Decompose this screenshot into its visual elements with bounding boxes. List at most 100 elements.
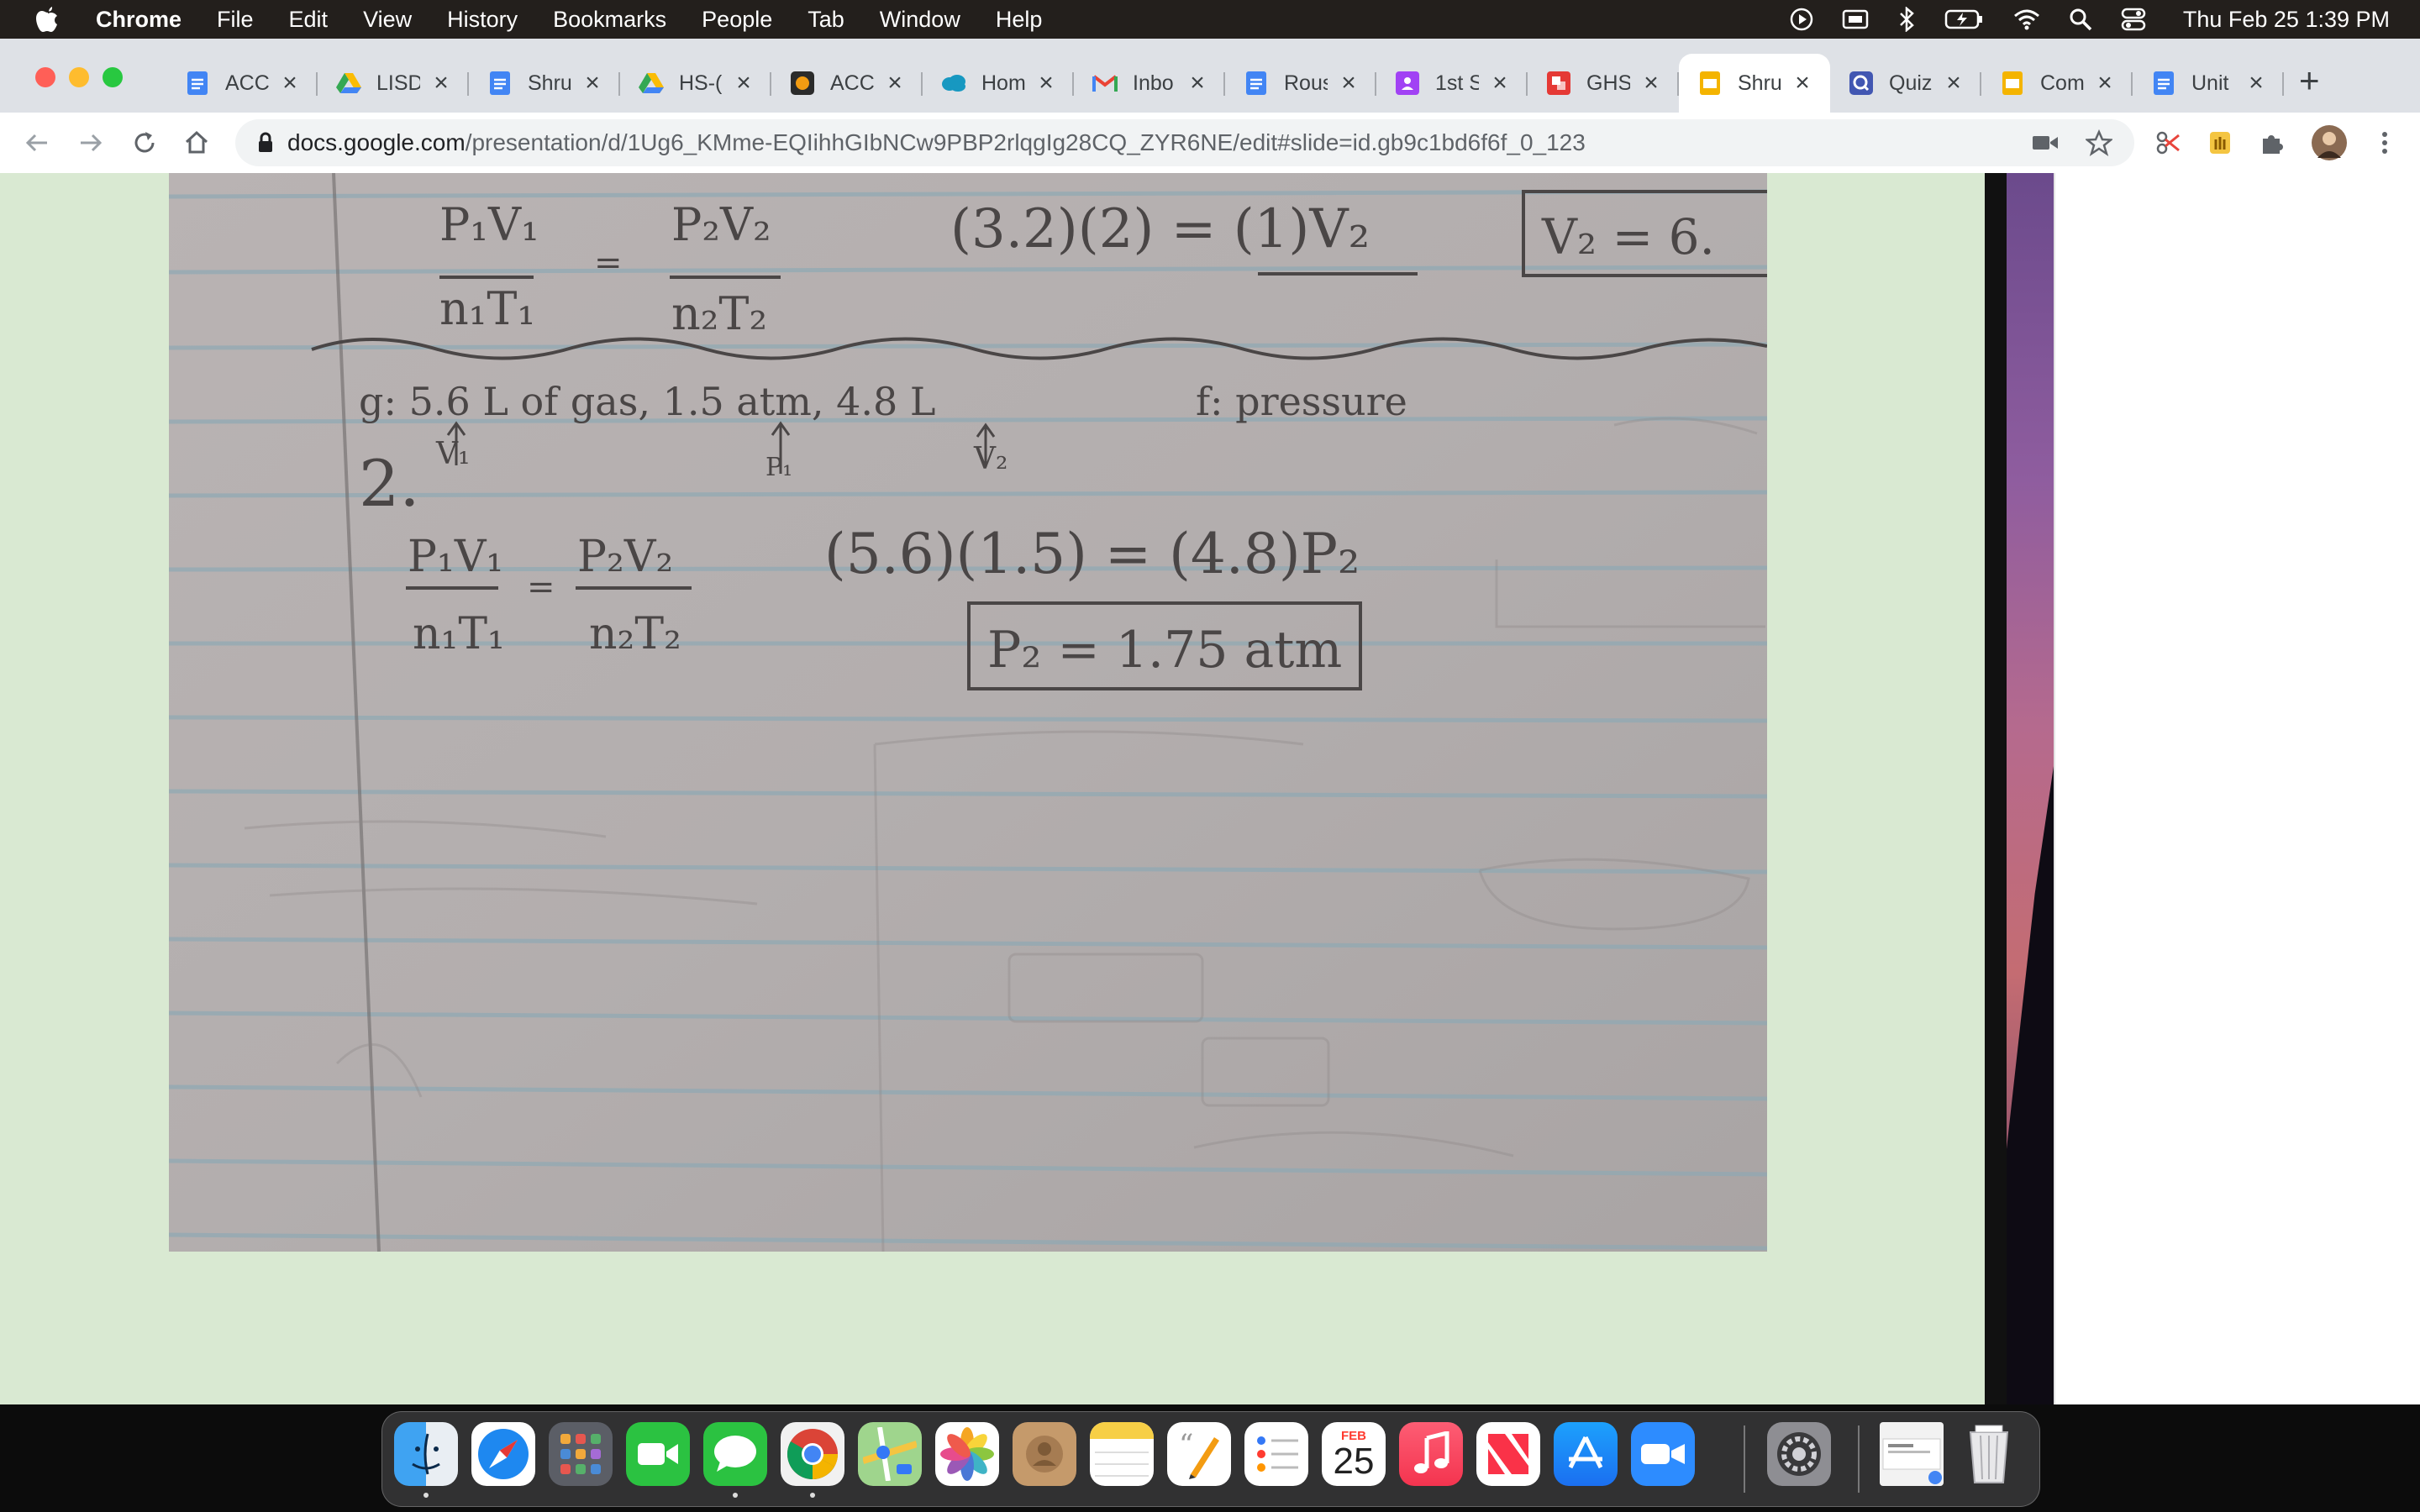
tab-4[interactable]: HS-( × — [620, 54, 771, 113]
battery-icon[interactable] — [1944, 8, 1985, 30]
new-tab-button[interactable]: + — [2299, 60, 2320, 101]
tab-3[interactable]: Shru × — [469, 54, 620, 113]
menu-file[interactable]: File — [217, 7, 254, 33]
camera-in-use-icon[interactable] — [2025, 123, 2065, 163]
tab-7[interactable]: Inbo × — [1074, 54, 1225, 113]
menu-history[interactable]: History — [447, 7, 518, 33]
tab-2[interactable]: LISD × — [318, 54, 469, 113]
p2-eq-left-den: n₁T₁ — [413, 609, 505, 659]
close-tab-icon[interactable]: × — [1639, 69, 1664, 97]
tab-13[interactable]: Com × — [1981, 54, 2133, 113]
menu-app-name[interactable]: Chrome — [96, 7, 182, 33]
window-gap — [1985, 173, 2007, 1404]
trash-icon[interactable] — [1957, 1422, 2021, 1486]
extension-scissors-icon[interactable] — [2148, 123, 2188, 163]
tab-12[interactable]: Quiz × — [1830, 54, 1981, 113]
menu-edit[interactable]: Edit — [289, 7, 329, 33]
facetime-icon[interactable] — [626, 1422, 690, 1486]
app-store-icon[interactable] — [1554, 1422, 1618, 1486]
close-tab-icon[interactable]: × — [731, 69, 756, 97]
spotlight-search-icon[interactable] — [2069, 8, 2092, 31]
chrome-menu-icon[interactable] — [2365, 123, 2405, 163]
p2-eq-right-num: P₂V₂ — [577, 532, 673, 582]
calendar-icon[interactable]: FEB 25 — [1322, 1422, 1386, 1486]
menu-window[interactable]: Window — [880, 7, 960, 33]
tab-5[interactable]: ACC × — [771, 54, 923, 113]
tab-label: Unit — [2191, 71, 2229, 95]
tab-6[interactable]: Hom × — [923, 54, 1074, 113]
close-tab-icon[interactable]: × — [277, 69, 302, 97]
extension-hand-icon[interactable] — [2200, 123, 2240, 163]
tab-14[interactable]: Unit × — [2133, 54, 2284, 113]
menu-view[interactable]: View — [363, 7, 412, 33]
tab-9[interactable]: 1st S × — [1376, 54, 1528, 113]
news-icon[interactable] — [1476, 1422, 1540, 1486]
close-tab-icon[interactable]: × — [1487, 69, 1512, 97]
control-center-icon[interactable] — [2121, 8, 2146, 31]
close-tab-icon[interactable]: × — [1034, 69, 1059, 97]
menu-help[interactable]: Help — [996, 7, 1043, 33]
google-docs-icon — [487, 71, 513, 96]
address-bar[interactable]: docs.google.com/presentation/d/1Ug6_KMme… — [235, 119, 2134, 166]
minimize-window-button[interactable] — [69, 67, 89, 87]
close-tab-icon[interactable]: × — [2092, 69, 2118, 97]
document-thumbnail-icon[interactable] — [1880, 1422, 1944, 1486]
home-button[interactable] — [176, 123, 217, 163]
profile-avatar[interactable] — [2309, 123, 2349, 163]
tab-11[interactable]: Shru × — [1679, 54, 1830, 113]
top-answer: V₂ = 6. — [1541, 208, 1715, 265]
tab-label: ACC — [225, 71, 269, 95]
maps-icon[interactable] — [858, 1422, 922, 1486]
top-eq-equals: = — [594, 244, 623, 282]
finder-icon[interactable] — [394, 1422, 458, 1486]
extensions-puzzle-icon[interactable] — [2252, 123, 2292, 163]
keyboard-brightness-icon[interactable] — [1842, 8, 1869, 30]
close-tab-icon[interactable]: × — [1336, 69, 1361, 97]
tab-label: LISD — [376, 71, 420, 95]
music-icon[interactable] — [1399, 1422, 1463, 1486]
wifi-icon[interactable] — [2013, 8, 2040, 30]
menu-tab[interactable]: Tab — [808, 7, 844, 33]
reload-button[interactable] — [124, 123, 165, 163]
close-tab-icon[interactable]: × — [2244, 69, 2269, 97]
forward-button[interactable] — [71, 123, 111, 163]
chrome-running-dot — [810, 1493, 815, 1498]
bluetooth-icon[interactable] — [1897, 7, 1916, 32]
zoom-window-button[interactable] — [103, 67, 123, 87]
lock-icon[interactable] — [257, 132, 274, 154]
bookmark-star-icon[interactable] — [2079, 123, 2119, 163]
media-play-icon[interactable] — [1790, 8, 1813, 31]
tab-8[interactable]: Rous × — [1225, 54, 1376, 113]
tab-10[interactable]: GHS × — [1528, 54, 1679, 113]
tab-label: HS-( — [679, 71, 723, 95]
reminders-icon[interactable] — [1244, 1422, 1308, 1486]
messages-icon[interactable] — [703, 1422, 767, 1486]
problem-2-number: 2. — [359, 446, 420, 521]
close-tab-icon[interactable]: × — [429, 69, 454, 97]
photos-icon[interactable] — [935, 1422, 999, 1486]
menu-people[interactable]: People — [702, 7, 772, 33]
tab-label: ACC — [830, 71, 874, 95]
close-tab-icon[interactable]: × — [1790, 69, 1815, 97]
chrome-icon[interactable] — [781, 1422, 844, 1486]
close-tab-icon[interactable]: × — [1185, 69, 1210, 97]
close-tab-icon[interactable]: × — [580, 69, 605, 97]
notes-icon[interactable] — [1090, 1422, 1154, 1486]
system-preferences-icon[interactable] — [1767, 1422, 1831, 1486]
close-tab-icon[interactable]: × — [1941, 69, 1966, 97]
zoom-icon[interactable] — [1631, 1422, 1695, 1486]
menu-clock[interactable]: Thu Feb 25 1:39 PM — [2183, 7, 2390, 33]
close-window-button[interactable] — [35, 67, 55, 87]
back-button[interactable] — [17, 123, 57, 163]
top-eq-left-num: P₁V₁ — [439, 198, 539, 251]
launchpad-icon[interactable] — [549, 1422, 613, 1486]
tab-1[interactable]: ACC × — [166, 54, 318, 113]
desktop-wallpaper-strip — [2007, 173, 2054, 1404]
close-tab-icon[interactable]: × — [882, 69, 908, 97]
contacts-icon[interactable] — [1013, 1422, 1076, 1486]
menu-bookmarks[interactable]: Bookmarks — [553, 7, 666, 33]
google-drive-icon — [639, 71, 664, 96]
apple-menu-icon[interactable] — [34, 3, 62, 35]
safari-icon[interactable] — [471, 1422, 535, 1486]
pages-icon[interactable]: “ — [1167, 1422, 1231, 1486]
